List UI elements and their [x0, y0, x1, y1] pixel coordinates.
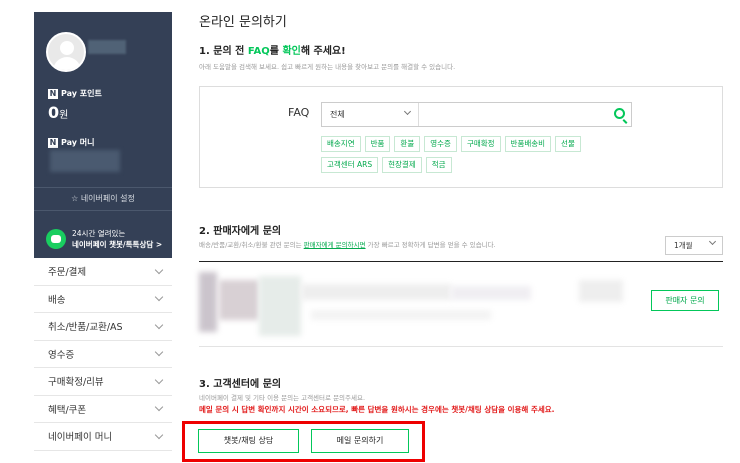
chatbot-text: 24시간 열려있는 네이버페이 챗봇/톡톡상담 > [72, 228, 162, 250]
chat-consult-button[interactable]: 챗봇/채팅 상담 [198, 429, 299, 453]
faq-search-input[interactable] [420, 103, 600, 126]
naverpay-settings-link[interactable]: ☆ 네이버페이 설정 [34, 187, 172, 211]
sidebar-item-naverpay-money[interactable]: 네이버페이 머니 [34, 423, 172, 451]
chevron-down-icon [154, 375, 164, 384]
chevron-down-icon [154, 265, 164, 274]
sidebar-menu: 주문/결제 배송 취소/반품/교환/AS 영수증 구매확정/리뷰 혜택/쿠폰 네… [34, 258, 172, 451]
avatar[interactable] [46, 32, 86, 72]
chevron-down-icon [154, 403, 164, 412]
blurred-block [219, 280, 259, 320]
section-faq-desc: 아래 도움말을 검색해 보세요. 쉽고 빠르게 원하는 내용을 찾아보고 문의를… [199, 63, 456, 71]
money-label-text: Pay 머니 [61, 138, 95, 147]
section-cs-desc: 네이버페이 결제 및 기타 이용 문의는 고객센터로 문의주세요. [199, 394, 366, 402]
faq-chip[interactable]: 현장결제 [382, 157, 422, 173]
period-select[interactable]: 1개월 [665, 236, 723, 255]
faq-chip[interactable]: 구매확정 [460, 136, 501, 152]
faq-keyword-chips: 배송지연 반품 환불 영수증 구매확정 반품배송비 선물 고객센터 ARS 현장… [321, 136, 611, 173]
faq-label: FAQ [288, 106, 310, 119]
menu-label: 배송 [48, 294, 66, 306]
faq-search-box: FAQ 전체 배송지연 반품 환불 영수증 구매확정 반품배송비 선물 고객센터… [199, 86, 723, 188]
faq-chip[interactable]: 고객센터 ARS [321, 157, 379, 173]
title-check: 확인 [282, 46, 301, 57]
faq-chip[interactable]: 선물 [555, 136, 581, 152]
sidebar: N Pay 포인트 0원 N Pay 머니 ☆ 네이버페이 설정 24시간 열려… [34, 12, 172, 463]
point-unit: 원 [59, 110, 69, 121]
desc-part: 배송/반품/교환/취소/환불 관련 문의는 [199, 241, 304, 249]
search-icon[interactable] [614, 108, 625, 119]
menu-label: 네이버페이 머니 [48, 432, 113, 444]
cs-warning-text: 메일 문의 시 답변 확인까지 시간이 소요되므로, 빠른 답변을 원하시는 경… [199, 405, 555, 414]
faq-chip[interactable]: 반품 [364, 136, 391, 152]
chatbot-line2: 네이버페이 챗봇/톡톡상담 > [72, 240, 163, 249]
blurred-block [311, 310, 491, 320]
point-value[interactable]: 0원 [48, 103, 68, 122]
sidebar-item-order-payment[interactable]: 주문/결제 [34, 258, 172, 286]
menu-label: 구매확정/리뷰 [48, 377, 104, 389]
order-row-blurred [199, 266, 639, 338]
point-label-text: Pay 포인트 [61, 89, 102, 98]
faq-category-value: 전체 [330, 110, 345, 119]
blurred-block [259, 276, 301, 336]
user-name-blurred [88, 40, 126, 54]
desc-part: 가장 빠르고 정확하게 답변을 얻을 수 있습니다. [365, 241, 496, 249]
faq-search-bar: 전체 [321, 102, 632, 127]
chevron-down-icon [403, 107, 412, 116]
chevron-down-icon [154, 293, 164, 302]
blurred-block [451, 286, 531, 300]
chevron-down-icon [154, 430, 164, 439]
blurred-block [301, 284, 451, 300]
avatar-head [60, 41, 74, 55]
faq-chip[interactable]: 영수증 [424, 136, 457, 152]
money-value-blurred [50, 150, 120, 172]
chevron-down-icon [154, 348, 164, 357]
point-amount: 0 [48, 103, 60, 122]
profile-panel: N Pay 포인트 0원 N Pay 머니 ☆ 네이버페이 설정 24시간 열려… [34, 12, 172, 258]
section-faq-title: 1. 문의 전 FAQ를 확인해 주세요! [199, 42, 346, 57]
sidebar-item-confirm-review[interactable]: 구매확정/리뷰 [34, 368, 172, 396]
title-faq: FAQ [247, 46, 270, 57]
naver-n-icon: N [48, 137, 58, 148]
list-bottom-divider [199, 346, 723, 347]
section-seller-desc: 배송/반품/교환/취소/환불 관련 문의는 판매자에게 문의하시면 가장 빠르고… [199, 239, 496, 249]
page-title: 온라인 문의하기 [199, 15, 287, 30]
section-cs-title: 3. 고객센터에 문의 [199, 379, 282, 390]
faq-chip[interactable]: 적금 [425, 157, 452, 173]
faq-chip[interactable]: 반품배송비 [504, 136, 552, 152]
seller-inquiry-button[interactable]: 판매자 문의 [651, 290, 719, 311]
menu-label: 주문/결제 [48, 267, 87, 279]
seller-inquiry-link[interactable]: 판매자에게 문의하시면 [304, 241, 366, 249]
title-part: 해 주세요! [300, 46, 346, 57]
menu-label: 취소/반품/교환/AS [48, 322, 123, 334]
point-label: N Pay 포인트 [48, 88, 102, 99]
avatar-shoulders [53, 57, 81, 70]
period-value: 1개월 [674, 241, 693, 250]
menu-label: 혜택/쿠폰 [48, 404, 87, 416]
faq-category-select[interactable]: 전체 [322, 103, 419, 126]
mail-inquiry-button[interactable]: 메일 문의하기 [311, 429, 409, 453]
title-part: 를 [269, 46, 283, 57]
chevron-down-icon [154, 320, 164, 329]
sidebar-item-cancel-return[interactable]: 취소/반품/교환/AS [34, 313, 172, 341]
sidebar-item-benefit-coupon[interactable]: 혜택/쿠폰 [34, 396, 172, 423]
faq-chip[interactable]: 환불 [394, 136, 421, 152]
faq-chip[interactable]: 배송지연 [321, 136, 361, 152]
list-top-divider [199, 261, 723, 262]
chatbot-icon [46, 229, 66, 249]
naver-n-icon: N [48, 88, 58, 99]
chatbot-line1: 24시간 열려있는 [72, 229, 126, 238]
sidebar-item-delivery[interactable]: 배송 [34, 286, 172, 313]
sidebar-item-receipt[interactable]: 영수증 [34, 341, 172, 368]
chatbot-link[interactable]: 24시간 열려있는 네이버페이 챗봇/톡톡상담 > [46, 228, 162, 250]
menu-label: 영수증 [48, 349, 75, 361]
chevron-down-icon [708, 237, 717, 246]
blurred-block [579, 280, 623, 302]
section-seller-title: 2. 판매자에게 문의 [199, 226, 282, 237]
title-part: 1. 문의 전 [199, 46, 248, 57]
blurred-block [199, 272, 217, 332]
main-content: 온라인 문의하기 1. 문의 전 FAQ를 확인해 주세요! 아래 도움말을 검… [182, 0, 732, 463]
money-label: N Pay 머니 [48, 137, 95, 148]
